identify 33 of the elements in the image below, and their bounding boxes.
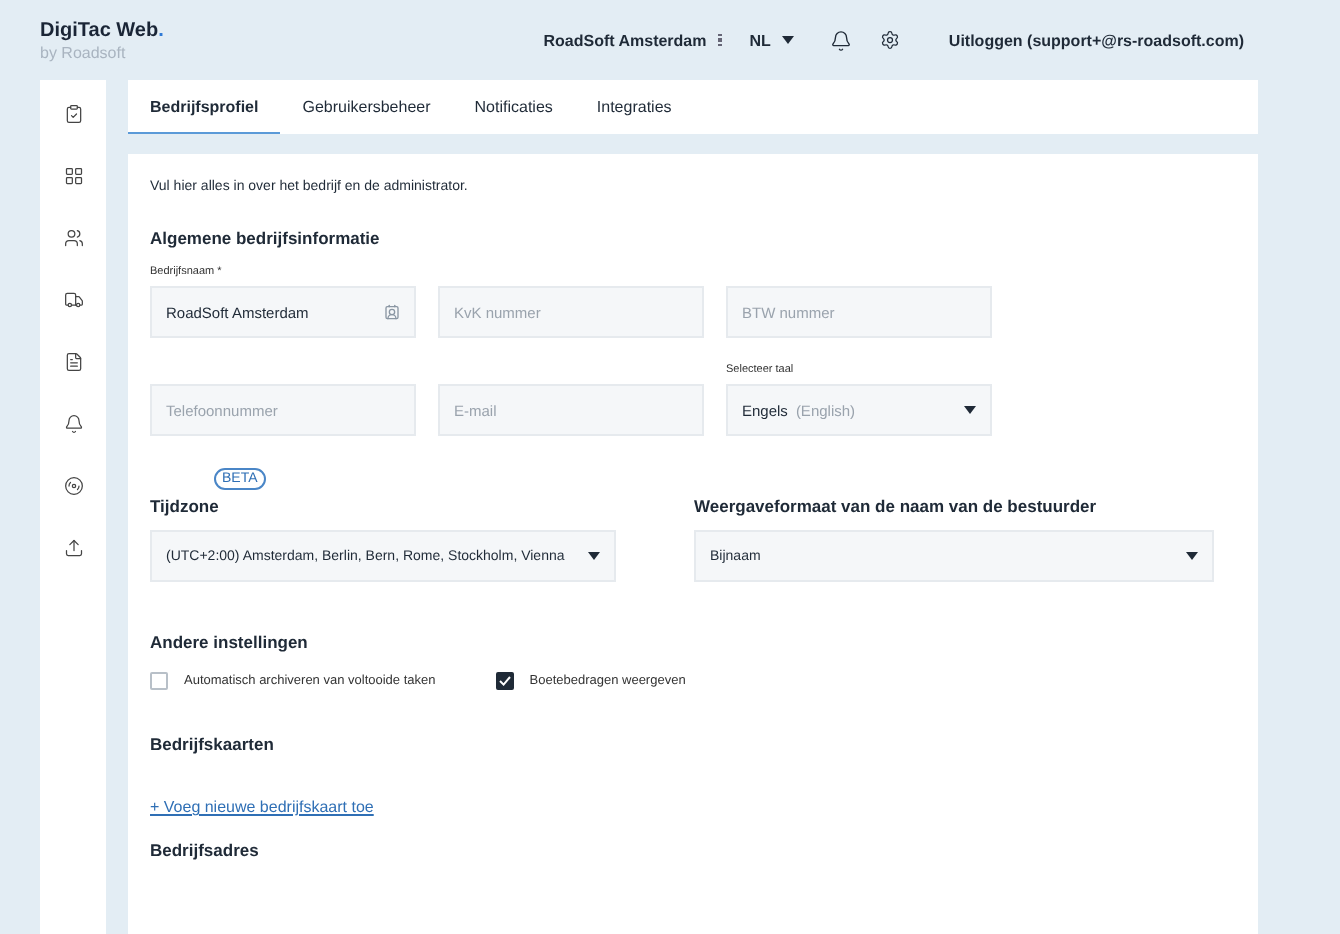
grid-icon[interactable] bbox=[63, 166, 83, 186]
bell-icon[interactable] bbox=[830, 29, 853, 51]
checkbox[interactable] bbox=[150, 672, 168, 690]
checkbox[interactable] bbox=[495, 672, 514, 690]
caret-icon bbox=[1186, 552, 1198, 560]
bell-icon[interactable] bbox=[63, 414, 83, 434]
app-logo: DigiTac Web. bbox=[40, 19, 164, 41]
tab[interactable]: Integraties bbox=[574, 80, 694, 134]
settings-icon[interactable] bbox=[880, 30, 901, 50]
logo-subtitle: by Roadsoft bbox=[40, 43, 128, 61]
truck-icon[interactable] bbox=[63, 290, 83, 310]
caret-icon bbox=[782, 36, 795, 44]
caret-icon bbox=[964, 406, 976, 414]
company-name[interactable]: RoadSoft Amsterdam bbox=[543, 31, 707, 49]
caret-icon bbox=[588, 552, 600, 560]
section-heading: Algemene bedrijfsinformatie bbox=[150, 228, 382, 248]
tab[interactable]: Gebruikersbeheer bbox=[280, 80, 453, 134]
section-heading: Bedrijfskaarten bbox=[150, 734, 276, 754]
add-card-link[interactable]: + Voeg nieuwe bedrijfskaart toe bbox=[150, 798, 374, 816]
language-selector[interactable]: NL bbox=[749, 31, 771, 49]
logout-link[interactable]: Uitloggen (support+@rs-roadsoft.com) bbox=[948, 31, 1244, 49]
upload-icon[interactable] bbox=[63, 538, 83, 558]
disc-icon[interactable] bbox=[63, 476, 83, 496]
users-icon[interactable] bbox=[63, 228, 83, 248]
section-heading: Bedrijfsadres bbox=[150, 840, 261, 860]
section-heading: Tijdzone bbox=[150, 496, 221, 516]
section-heading: Weergaveformaat van de naam van de bestuurder bbox=[694, 496, 1099, 516]
tab[interactable]: Notificaties bbox=[452, 80, 575, 134]
contact-card-icon bbox=[384, 304, 400, 320]
clipboard-check-icon[interactable] bbox=[63, 104, 83, 124]
section-heading: Andere instellingen bbox=[150, 632, 310, 652]
document-icon[interactable] bbox=[63, 352, 83, 372]
tab[interactable]: Bedrijfsprofiel bbox=[128, 80, 281, 134]
